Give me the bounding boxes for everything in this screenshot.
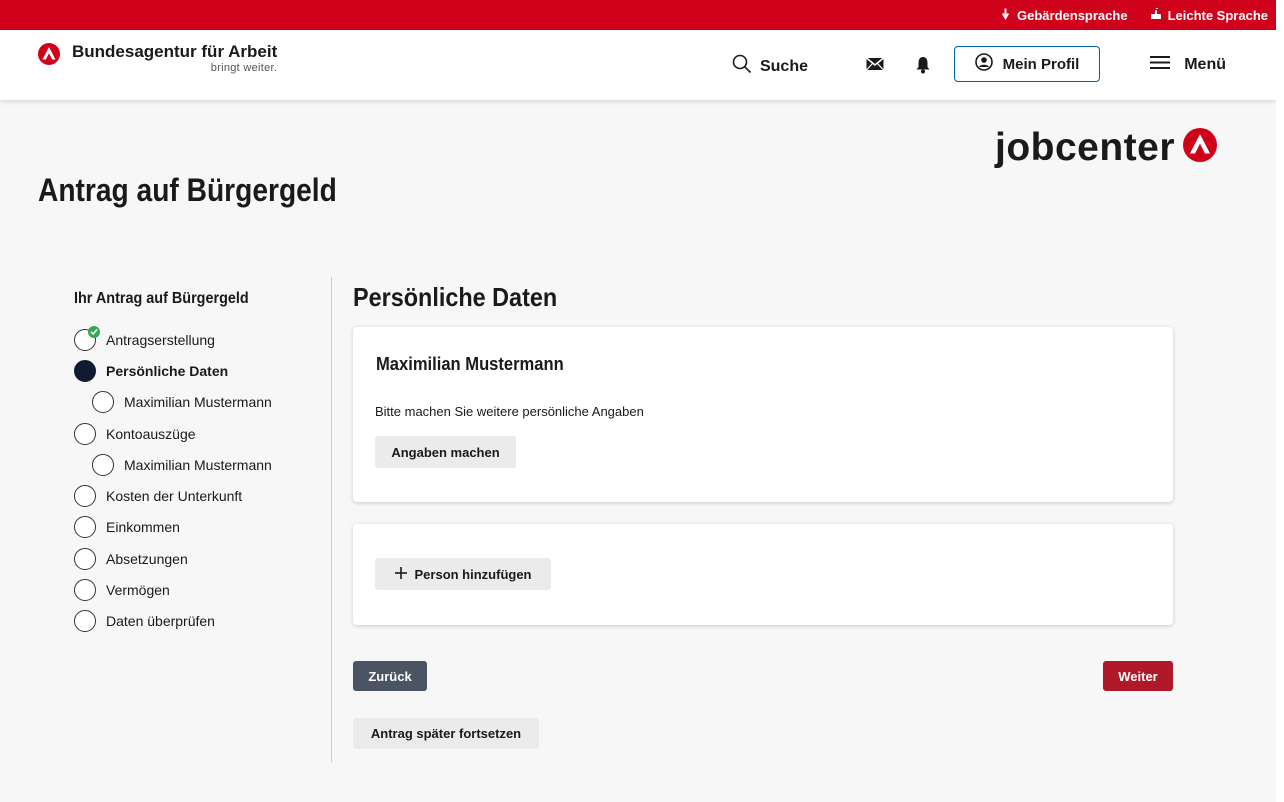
mail-button[interactable] (865, 57, 885, 76)
step-open-icon (92, 453, 114, 476)
step-current-icon (74, 359, 96, 382)
user-icon (974, 53, 993, 75)
step-open-icon (74, 516, 96, 539)
enter-details-button[interactable]: Angaben machen (375, 436, 516, 468)
add-person-card: Person hinzufügen (353, 524, 1173, 625)
step-done-icon (74, 325, 100, 351)
step-label: Persönliche Daten (106, 362, 229, 379)
brand-tagline: bringt weiter. (210, 62, 278, 74)
step-label: Antragserstellung (106, 331, 215, 348)
brand-home-link[interactable]: Bundesagentur für Arbeit bringt weiter. (38, 43, 277, 74)
sidebar-divider (331, 277, 332, 762)
sidebar-substep[interactable]: Maximilian Mustermann (74, 387, 314, 418)
step-label: Maximilian Mustermann (124, 456, 272, 473)
continue-later-button[interactable]: Antrag später fortsetzen (353, 718, 539, 749)
step-open-icon (74, 485, 96, 508)
person-hint: Bitte machen Sie weitere persönliche Ang… (375, 404, 644, 419)
steps-list: Antragserstellung Persönliche Daten Maximi… (74, 324, 314, 637)
menu-button[interactable]: Menü (1150, 54, 1226, 75)
person-name: Maximilian Mustermann (376, 354, 564, 374)
step-open-icon (74, 547, 96, 570)
sidebar-step[interactable]: Kontoauszüge (74, 418, 314, 449)
sign-language-link[interactable]: Gebärdensprache (1000, 8, 1128, 23)
step-open-icon (74, 610, 96, 633)
sidebar-title: Ihr Antrag auf Bürgergeld (74, 290, 249, 307)
person-card: Maximilian Mustermann Bitte machen Sie w… (353, 327, 1173, 502)
profile-button[interactable]: Mein Profil (954, 46, 1100, 82)
add-person-label: Person hinzufügen (414, 566, 532, 582)
bell-icon (916, 56, 930, 79)
sidebar-step[interactable]: Einkommen (74, 512, 314, 543)
ba-logo-icon (38, 43, 60, 65)
section-title: Persönliche Daten (353, 282, 558, 312)
sidebar-step[interactable]: Antragserstellung (74, 324, 314, 355)
hand-sign-icon (1000, 8, 1011, 23)
step-label: Einkommen (106, 519, 180, 536)
step-open-icon (92, 391, 114, 414)
back-button[interactable]: Zurück (353, 661, 427, 691)
sidebar-step[interactable]: Vermögen (74, 574, 314, 605)
sidebar-step[interactable]: Persönliche Daten (74, 355, 314, 386)
sidebar-substep[interactable]: Maximilian Mustermann (74, 449, 314, 480)
search-icon (732, 54, 752, 79)
step-label: Kontoauszüge (106, 425, 196, 442)
step-open-icon (74, 422, 96, 445)
window-edge (1276, 0, 1284, 802)
main-content: Persönliche Daten Maximilian Mustermann … (353, 277, 1173, 749)
mail-icon (865, 57, 885, 76)
jobcenter-logo: jobcenter (995, 126, 1218, 169)
step-label: Absetzungen (106, 550, 188, 567)
brand-name: Bundesagentur für Arbeit (72, 42, 278, 61)
next-button[interactable]: Weiter (1103, 661, 1173, 691)
sidebar-step[interactable]: Kosten der Unterkunft (74, 480, 314, 511)
add-person-button[interactable]: Person hinzufügen (375, 558, 551, 590)
sign-language-label: Gebärdensprache (1017, 7, 1128, 23)
step-label: Vermögen (106, 582, 170, 599)
step-label: Daten überprüfen (106, 613, 215, 630)
step-label: Kosten der Unterkunft (106, 488, 243, 505)
notifications-button[interactable] (916, 56, 930, 79)
step-open-icon (74, 579, 96, 602)
easy-language-link[interactable]: Leichte Sprache (1150, 6, 1268, 23)
menu-label: Menü (1184, 55, 1226, 73)
plus-icon (394, 566, 407, 582)
sidebar-step[interactable]: Daten überprüfen (74, 606, 314, 637)
checkmark-icon (88, 325, 100, 338)
profile-label: Mein Profil (1002, 55, 1080, 73)
hamburger-icon (1150, 54, 1171, 75)
sidebar-step[interactable]: Absetzungen (74, 543, 314, 574)
hand-easy-icon (1150, 6, 1162, 23)
easy-language-label: Leichte Sprache (1167, 7, 1268, 23)
page-title: Antrag auf Bürgergeld (38, 172, 337, 208)
search-label: Suche (759, 57, 808, 75)
top-utility-bar: Gebärdensprache Leichte Sprache (0, 0, 1276, 30)
jobcenter-wordmark: jobcenter (995, 126, 1176, 169)
search-button[interactable]: Suche (732, 54, 808, 79)
application-progress-nav: Ihr Antrag auf Bürgergeld Antragserstell… (74, 290, 314, 637)
step-label: Maximilian Mustermann (124, 394, 272, 411)
site-header: Bundesagentur für Arbeit bringt weiter. … (0, 30, 1276, 100)
ba-logo-icon (1183, 128, 1218, 167)
